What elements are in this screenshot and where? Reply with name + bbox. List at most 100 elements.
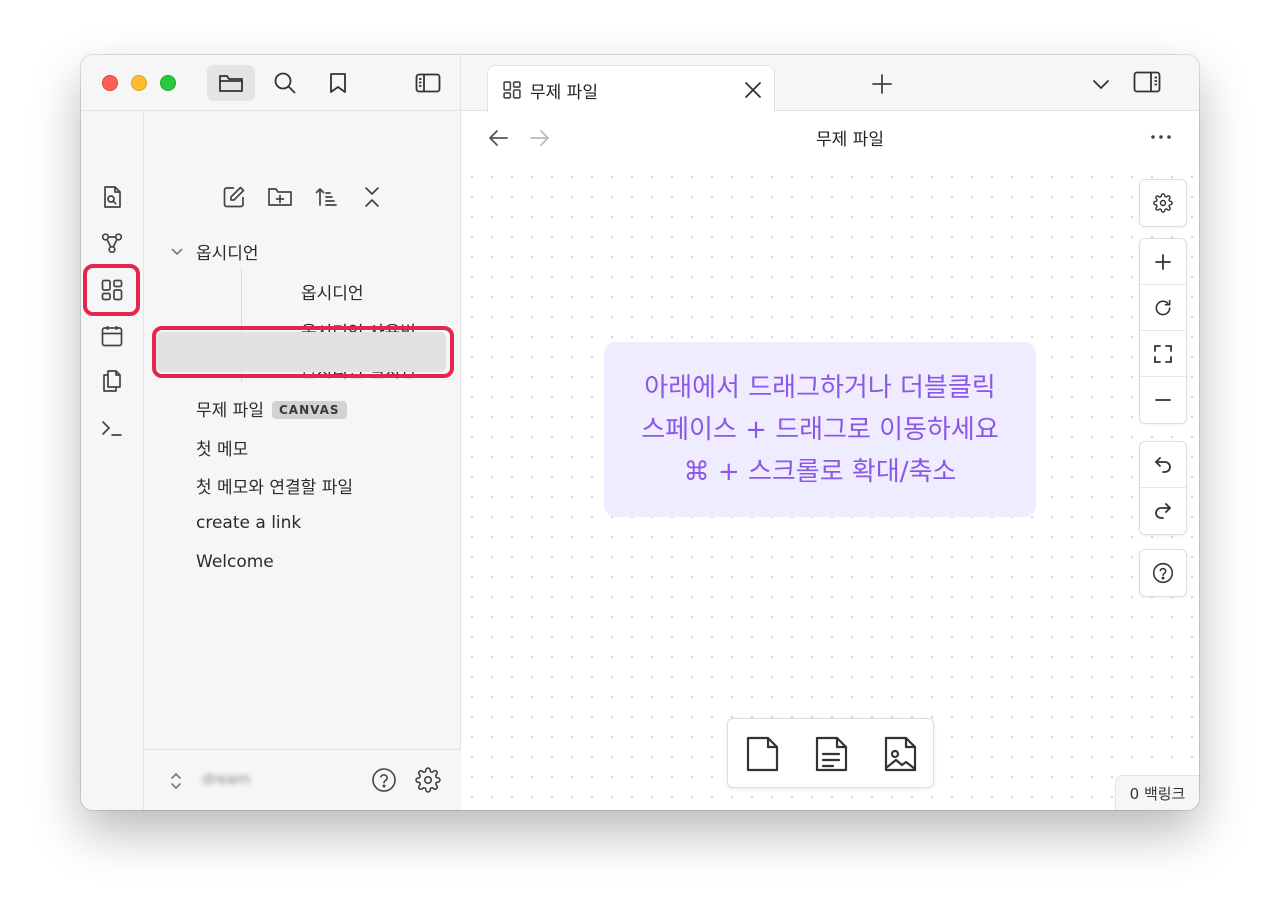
close-tab-button[interactable] [742,79,764,101]
tree-item-file[interactable]: create a link [196,513,301,533]
tab-untitled-canvas[interactable]: 무제 파일 [487,65,775,112]
bookmarks-button[interactable] [314,65,362,101]
gear-icon [1153,193,1173,213]
tree-item-file[interactable]: 첫 메모 [196,435,248,460]
reset-zoom-button[interactable] [1140,285,1186,331]
new-folder-icon [268,188,292,206]
daily-note-button[interactable] [88,316,136,356]
arrow-right-icon [530,130,549,146]
tree-item-file[interactable]: Welcome [196,552,274,572]
terminal-icon [102,421,122,436]
hint-line-1: 아래에서 드래그하거나 더블클릭 [644,372,996,403]
chevron-down-icon [1093,80,1109,89]
folder-icon [219,75,243,92]
vault-footer: dream [144,749,461,810]
new-note-icon [223,186,245,208]
settings-button[interactable] [415,767,441,793]
close-window-button[interactable] [102,75,118,91]
bookmark-icon [330,73,346,93]
folder-label: 옵시디언 [196,244,259,264]
new-tab-button[interactable] [871,73,893,95]
help-button[interactable] [371,767,397,793]
tab-list-button[interactable] [1090,73,1112,95]
help-icon [372,768,396,792]
redo-button[interactable] [1140,488,1186,534]
fullscreen-icon [1154,344,1172,363]
ribbon [81,111,144,810]
quick-switcher-button[interactable] [88,177,136,217]
templates-button[interactable] [88,361,136,401]
sort-button[interactable] [308,181,344,213]
minus-icon [1155,399,1171,401]
status-bar-backlinks[interactable]: 0 백링크 [1115,775,1199,810]
zoom-to-fit-button[interactable] [1140,331,1186,377]
app-window: 옵시디언 옵시디언 옵시디언 사용법 옵시디언 설치법 무제 파일CANVAS … [81,55,1199,810]
history-controls-group [1139,441,1187,535]
redo-icon [1155,503,1171,519]
minimize-window-button[interactable] [131,75,147,91]
folder-row[interactable]: 옵시디언 [170,239,440,265]
plus-icon [872,74,892,94]
graph-view-button[interactable] [88,223,136,263]
back-button[interactable] [487,127,511,149]
sidebar-titlebar [81,55,461,111]
forward-button[interactable] [527,127,551,149]
vault-name: dream [202,770,251,788]
canvas-button-highlight [83,264,140,316]
collapse-all-icon [365,187,379,207]
canvas-help-button[interactable] [1140,550,1186,596]
canvas-settings-group [1139,179,1187,227]
canvas-badge: CANVAS [271,401,347,419]
file-explorer: 옵시디언 옵시디언 옵시디언 사용법 옵시디언 설치법 무제 파일CANVAS … [144,111,461,810]
vault-switcher[interactable]: dream [168,768,318,794]
toggle-left-sidebar-button[interactable] [404,65,452,101]
canvas-icon [503,81,521,99]
add-media-button[interactable] [876,730,924,778]
tree-item-child[interactable]: 옵시디언 [301,279,364,304]
tab-label: 무제 파일 [530,83,598,103]
undo-button[interactable] [1140,442,1186,488]
new-folder-button[interactable] [262,181,298,213]
hint-line-3: ⌘ + 스크롤로 확대/축소 [683,456,957,487]
calendar-icon [101,326,123,347]
gear-icon [415,767,441,793]
more-horizontal-icon [1151,135,1171,139]
zoom-out-button[interactable] [1140,377,1186,423]
tree-item-file[interactable]: 첫 메모와 연결할 파일 [196,473,353,498]
templates-icon [103,370,121,392]
close-icon [745,82,761,98]
tab-bar: 무제 파일 [461,55,1199,112]
add-card-toolbar [727,718,934,788]
command-palette-button[interactable] [88,408,136,448]
more-options-button[interactable] [1149,129,1173,145]
plus-icon [1155,253,1171,270]
file-image-icon [884,736,917,772]
add-note-from-vault-button[interactable] [807,730,855,778]
chevron-up-down-icon [171,773,181,789]
help-icon [1152,562,1174,584]
search-button[interactable] [261,65,309,101]
zoom-controls-group [1139,238,1187,424]
files-tab-button[interactable] [207,65,255,101]
file-label: 무제 파일 [196,401,264,421]
undo-icon [1155,456,1171,473]
view-title[interactable]: 무제 파일 [816,125,884,150]
sort-icon [315,188,337,206]
sidebar-toggle-icon [1133,71,1161,93]
add-card-button[interactable] [738,730,786,778]
toggle-right-sidebar-button[interactable] [1133,71,1161,95]
chevron-down-icon [171,248,183,255]
hint-line-2: 스페이스 + 드래그로 이동하세요 [641,414,999,445]
search-icon [274,72,296,94]
canvas-hint-card: 아래에서 드래그하거나 더블클릭 스페이스 + 드래그로 이동하세요 ⌘ + 스… [604,342,1036,517]
new-note-button[interactable] [216,181,252,213]
zoom-in-button[interactable] [1140,239,1186,285]
tree-item-file-selected[interactable]: 무제 파일 CANVAS [196,396,347,421]
graph-icon [101,233,123,254]
collapse-all-button[interactable] [354,181,390,213]
quick-switcher-icon [104,186,121,208]
selected-file-highlight [152,326,454,378]
zoom-window-button[interactable] [160,75,176,91]
rotate-icon [1155,299,1171,315]
canvas-settings-button[interactable] [1140,180,1186,226]
